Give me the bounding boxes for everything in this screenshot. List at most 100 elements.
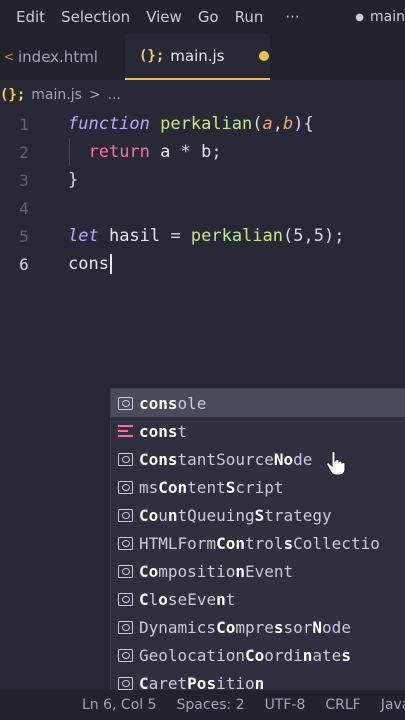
match-highlight: S [254,505,265,525]
line-number: 5 [19,226,29,246]
menu-go[interactable]: Go [198,8,219,26]
text-cursor [109,254,112,274]
cursor-position[interactable]: Ln 6, Col 5 [82,697,157,713]
match-highlight: Co [139,561,159,581]
menu-view[interactable]: View [146,8,182,26]
label-text: HTMLForm [139,533,217,553]
code-text: function perkalian(a,b){ [68,114,314,134]
suggestion-item[interactable]: const [111,417,405,445]
match-highlight: Cons [139,449,178,469]
match-highlight: cons [139,421,178,441]
label-text: u [158,505,168,525]
label-text: cript [235,477,284,497]
suggestion-label: console [139,394,206,413]
mouse-pointer-icon [326,450,346,476]
branch-indicator[interactable]: ● main [355,0,405,34]
html-file-icon: < [3,49,15,65]
label-text: trol [244,533,284,553]
suggestion-item[interactable]: ConstantSourceNode [111,445,405,473]
label-text: t [177,421,188,441]
label-text: mpositio [158,561,236,581]
suggestion-item[interactable]: console [111,389,405,417]
branch-dot-icon: ● [355,11,365,23]
tab-index-html[interactable]: < index.html [0,34,125,80]
label-text: tantSource [177,449,274,469]
suggestion-item[interactable]: CloseEvent [111,585,405,613]
menu-selection[interactable]: Selection [61,8,130,26]
match-highlight: s [283,533,294,553]
variable-icon [115,563,135,579]
suggestion-item[interactable]: msContentScript [111,473,405,501]
js-file-icon: (}; [139,48,165,64]
label-text: Geolocation [139,645,245,665]
breadcrumb-file[interactable]: main.js [31,87,82,103]
file-encoding[interactable]: UTF-8 [265,697,306,713]
suggestion-item[interactable]: GeolocationCoordinates [111,641,405,669]
code-line[interactable]: 5 let hasil = perkalian(5,5); [0,222,405,250]
code-line[interactable]: 3} [0,166,405,194]
variable-icon [115,647,135,663]
code-token: , [272,114,284,134]
code-token: cons [68,254,109,274]
match-highlight: Con [158,477,188,497]
label-text: Collectio [293,533,380,553]
line-endings[interactable]: CRLF [325,697,360,713]
branch-name: main [370,9,405,25]
code-token: function [68,114,150,134]
line-number: 3 [19,170,29,190]
suggestion-item[interactable]: HTMLFormControlsCollectio [111,529,405,557]
tab-bar: < index.html (}; main.js [0,34,405,80]
tab-main-js[interactable]: (}; main.js [125,34,270,80]
menu-run[interactable]: Run [235,8,264,26]
menu-edit[interactable]: Edit [16,8,45,26]
match-highlight: Con [216,533,245,553]
variable-icon [115,535,135,551]
match-highlight: o [158,589,168,609]
suggestion-item[interactable]: DynamicsCompressorNode [111,613,405,641]
code-token: perkalian [160,114,253,134]
code-token: ( [283,226,294,246]
label-text: l [148,589,159,609]
label-text: ole [177,393,207,413]
breadcrumb-symbol[interactable]: ... [108,87,121,103]
match-highlight: Co [216,617,236,637]
code-line[interactable]: 6 cons [0,250,405,278]
match-highlight: N [312,617,323,637]
language-mode[interactable]: JavaScript [381,697,405,713]
code-line[interactable]: 2 return a * b; [0,138,405,166]
unsaved-changes-icon[interactable] [258,51,269,61]
variable-icon [115,591,135,607]
menu-more-button[interactable]: ··· [285,8,299,26]
code-token: let [68,226,99,246]
label-text: ms [139,477,159,497]
label-text: trategy [264,505,332,525]
label-text: ordi [264,645,303,665]
suggestion-item[interactable]: CountQueuingStrategy [111,501,405,529]
label-text: seEve [167,589,217,609]
code-token: 5 [293,226,304,246]
code-line[interactable]: 4 [0,194,405,222]
code-token: a [149,142,181,162]
match-highlight: n [302,645,313,665]
label-text: ode [322,617,351,637]
suggestion-label: const [139,422,187,441]
suggestion-item[interactable]: CompositionEvent [111,557,405,585]
code-editor[interactable]: 1 function perkalian(a,b){2 return a * b;… [0,110,405,698]
code-token: perkalian [190,226,283,246]
match-highlight: cons [139,393,178,413]
code-token: * [180,142,191,162]
code-line[interactable]: 1 function perkalian(a,b){ [0,110,405,138]
js-file-icon: (}; [0,87,26,103]
indentation-setting[interactable]: Spaces: 2 [177,697,245,713]
match-highlight: s [273,617,284,637]
variable-icon [115,507,135,523]
label-text: tQueuing [177,505,255,525]
label-text: de [293,449,313,469]
match-highlight: Co [139,505,159,525]
label-text: mpre [235,617,274,637]
suggestion-label: GeolocationCoordinates [139,646,351,665]
code-token: = [170,226,181,246]
code-text: return a * b; [68,142,221,162]
code-text: cons [68,254,112,274]
